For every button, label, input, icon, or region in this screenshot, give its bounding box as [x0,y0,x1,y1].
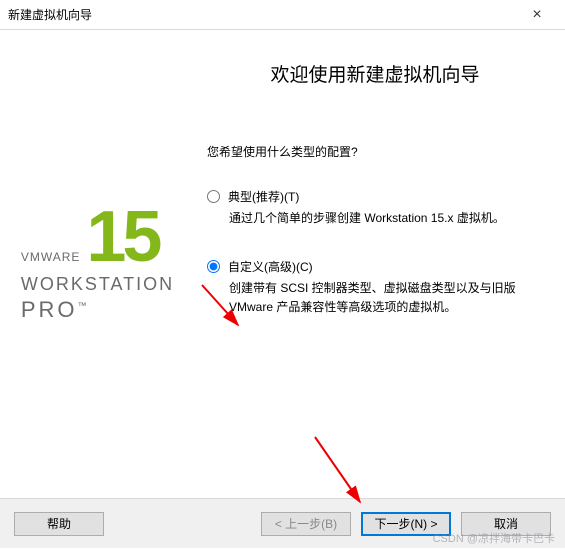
wizard-content: VMWARE 15 WORKSTATION PRO™ 欢迎使用新建虚拟机向导 您… [0,30,565,498]
help-button[interactable]: 帮助 [14,512,104,536]
option-custom[interactable]: 自定义(高级)(C) [207,258,543,275]
brand-version: 15 [86,205,158,270]
close-icon[interactable]: × [517,6,557,24]
option-typical-desc: 通过几个简单的步骤创建 Workstation 15.x 虚拟机。 [229,209,543,228]
radio-custom[interactable] [207,260,220,273]
titlebar: 新建虚拟机向导 × [0,0,565,30]
option-custom-desc: 创建带有 SCSI 控制器类型、虚拟磁盘类型以及与旧版 VMware 产品兼容性… [229,279,543,317]
back-button[interactable]: < 上一步(B) [261,512,351,536]
option-custom-label: 自定义(高级)(C) [228,258,313,275]
brand-pro: PRO™ [21,297,174,323]
brand-vmware: VMWARE [21,250,81,270]
wizard-prompt: 您希望使用什么类型的配置? [207,143,543,160]
config-type-group: 典型(推荐)(T) 通过几个简单的步骤创建 Workstation 15.x 虚… [207,188,543,318]
next-button[interactable]: 下一步(N) > [361,512,451,536]
cancel-button[interactable]: 取消 [461,512,551,536]
option-typical-label: 典型(推荐)(T) [228,188,299,205]
radio-typical[interactable] [207,190,220,203]
brand-panel: VMWARE 15 WORKSTATION PRO™ [0,30,195,498]
wizard-heading: 欢迎使用新建虚拟机向导 [207,60,543,87]
brand-workstation: WORKSTATION [21,274,174,295]
wizard-footer: 帮助 < 上一步(B) 下一步(N) > 取消 [0,498,565,548]
window-title: 新建虚拟机向导 [8,6,517,23]
wizard-main: 欢迎使用新建虚拟机向导 您希望使用什么类型的配置? 典型(推荐)(T) 通过几个… [195,30,565,498]
option-typical[interactable]: 典型(推荐)(T) [207,188,543,205]
